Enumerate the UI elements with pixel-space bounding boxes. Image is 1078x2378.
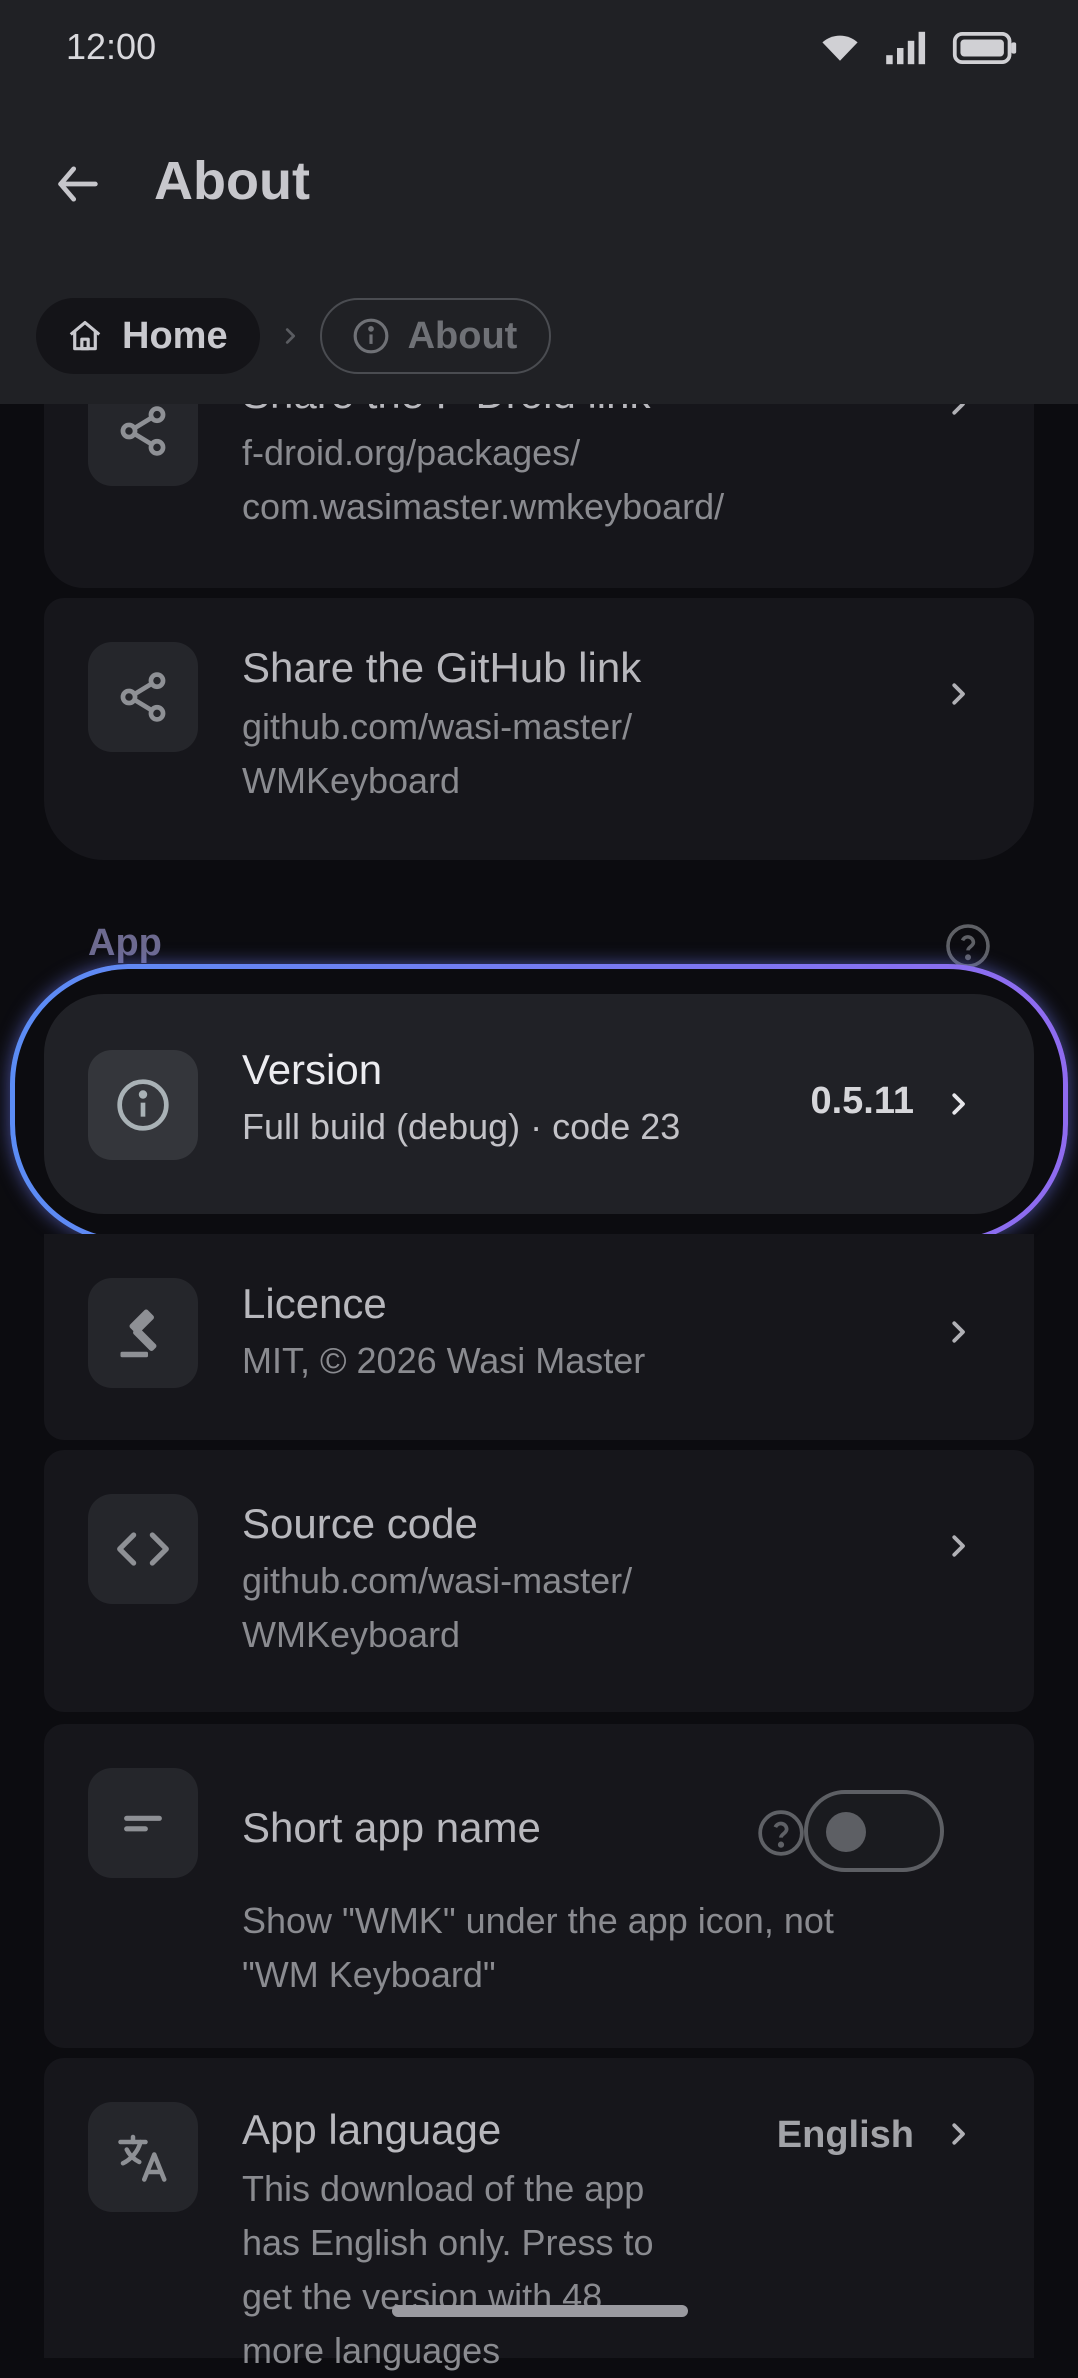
app-language-title: App language xyxy=(242,2106,502,2153)
licence-title: Licence xyxy=(242,1280,387,1327)
code-icon-box xyxy=(88,1494,198,1604)
gavel-icon xyxy=(120,1309,157,1358)
status-time: 12:00 xyxy=(66,26,157,67)
chevron-right-icon xyxy=(938,674,978,714)
info-icon xyxy=(117,1079,169,1131)
info-icon-box xyxy=(88,1050,198,1160)
short-app-name-description-2: "WM Keyboard" xyxy=(242,1954,496,1995)
app-language-description-4: more languages xyxy=(242,2330,501,2371)
share-icon xyxy=(120,406,166,456)
short-app-name-title: Short app name xyxy=(242,1804,541,1851)
arrow-back-icon xyxy=(58,166,98,202)
chevron-right-icon xyxy=(938,1312,978,1352)
short-text-icon-box xyxy=(88,1768,198,1878)
chevron-right-icon xyxy=(938,1526,978,1566)
short-app-name-toggle[interactable] xyxy=(804,1790,944,1872)
source-code-subtitle-2: WMKeyboard xyxy=(242,1614,461,1655)
chevron-right-icon xyxy=(938,1084,978,1124)
home-icon xyxy=(69,320,101,351)
wifi-icon xyxy=(822,35,858,61)
share-github-card[interactable]: Share the GitHub link github.com/wasi-ma… xyxy=(44,598,1034,860)
breadcrumb-home[interactable]: Home xyxy=(36,298,260,374)
back-button[interactable] xyxy=(44,150,112,218)
breadcrumb: Home About xyxy=(36,298,552,374)
source-code-subtitle-1: github.com/wasi-master/ xyxy=(242,1560,633,1601)
share-fdroid-subtitle-1: f-droid.org/packages/ xyxy=(242,432,581,473)
source-code-title: Source code xyxy=(242,1500,478,1547)
help-icon[interactable] xyxy=(756,1808,806,1863)
share-fdroid-subtitle-2: com.wasimaster.wmkeyboard/ xyxy=(242,486,725,527)
share-github-subtitle-1: github.com/wasi-master/ xyxy=(242,706,633,747)
gavel-icon-box xyxy=(88,1278,198,1388)
version-title: Version xyxy=(242,1046,383,1093)
app-language-description-2: has English only. Press to xyxy=(242,2222,654,2263)
breadcrumb-home-label: Home xyxy=(122,314,228,357)
translate-icon xyxy=(118,2134,167,2182)
info-icon xyxy=(353,318,388,354)
licence-subtitle: MIT, © 2026 Wasi Master xyxy=(242,1340,646,1381)
short-app-name-description-1: Show "WMK" under the app icon, not xyxy=(242,1900,834,1941)
top-app-bar: 12:00 About Home About xyxy=(0,0,1078,404)
chevron-right-icon xyxy=(260,325,320,347)
licence-row[interactable]: Licence MIT, © 2026 Wasi Master xyxy=(44,1234,1034,1440)
share-icon-box xyxy=(88,642,198,752)
breadcrumb-about[interactable]: About xyxy=(319,298,552,374)
share-github-subtitle-2: WMKeyboard xyxy=(242,760,461,801)
status-icons xyxy=(820,30,1018,66)
app-language-description-1: This download of the app xyxy=(242,2168,645,2209)
version-subtitle: Full build (debug) · code 23 xyxy=(242,1106,681,1147)
share-github-title: Share the GitHub link xyxy=(242,644,642,691)
section-header-app: App xyxy=(88,922,162,964)
home-indicator[interactable] xyxy=(392,2305,688,2317)
short-app-name-row[interactable]: Short app name Show "WMK" under the app … xyxy=(44,1724,1034,2048)
version-value: 0.5.11 xyxy=(810,1080,914,1122)
app-language-value: English xyxy=(776,2114,914,2156)
version-row[interactable]: Version Full build (debug) · code 23 0.5… xyxy=(44,994,1034,1214)
chevron-right-icon xyxy=(938,2114,978,2154)
code-icon xyxy=(117,1532,169,1566)
translate-icon-box xyxy=(88,2102,198,2212)
share-icon xyxy=(120,672,166,722)
page-title: About xyxy=(154,151,310,211)
toggle-knob xyxy=(826,1812,866,1852)
signal-icon xyxy=(886,31,926,65)
battery-icon xyxy=(952,31,1017,65)
short-text-icon xyxy=(124,1815,162,1832)
source-code-row[interactable]: Source code github.com/wasi-master/ WMKe… xyxy=(44,1450,1034,1712)
breadcrumb-about-label: About xyxy=(407,314,518,357)
